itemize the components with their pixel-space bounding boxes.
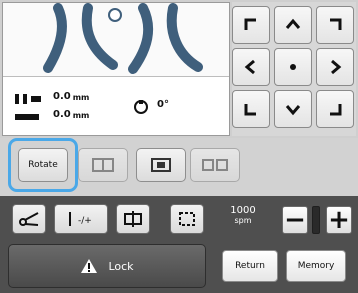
width-value: 0.0 (53, 109, 71, 120)
thread-tension-icon: -/+ (69, 212, 92, 226)
height-readout: 0.0 mm (53, 91, 123, 105)
width-unit: mm (72, 111, 90, 120)
design-preview-area (3, 3, 229, 77)
embroidery-preview-panel: 0.0 mm 0.0 mm 0° (2, 2, 230, 136)
move-center-button[interactable] (274, 48, 312, 86)
corner-bottom-right-icon (330, 104, 342, 116)
lock-label: Lock (108, 259, 134, 273)
memory-button[interactable]: Memory (286, 250, 346, 282)
speed-minus-button[interactable]: − (282, 206, 308, 234)
arrow-up-icon (285, 18, 301, 29)
arrow-pad (232, 2, 356, 136)
frame-move-icon (124, 211, 142, 227)
warning-triangle-icon (81, 259, 98, 273)
angle-value: 0° (157, 99, 169, 110)
thread-tension-button[interactable]: -/+ (54, 204, 108, 234)
height-value: 0.0 (53, 91, 71, 102)
move-bottom-left-button[interactable] (232, 90, 270, 128)
move-right-button[interactable] (316, 48, 354, 86)
return-button[interactable]: Return (222, 250, 278, 282)
mirror-button[interactable] (78, 148, 128, 182)
height-unit: mm (72, 93, 90, 102)
corner-bottom-left-icon (244, 104, 256, 116)
rotate-button-highlight (8, 138, 78, 192)
svg-text:-/+: -/+ (78, 216, 92, 226)
trial-icon (179, 212, 195, 226)
resize-button[interactable] (136, 148, 186, 182)
density-icon (202, 159, 228, 171)
speed-value: 1000 (230, 205, 256, 216)
speed-plus-button[interactable]: + (326, 206, 352, 234)
move-left-button[interactable] (232, 48, 270, 86)
lock-button[interactable]: Lock (8, 244, 206, 288)
move-top-left-button[interactable] (232, 6, 270, 44)
width-readout: 0.0 mm (53, 109, 123, 123)
arrow-right-icon (331, 59, 342, 75)
move-bottom-right-button[interactable] (316, 90, 354, 128)
mirror-icon (92, 158, 114, 172)
density-button[interactable] (190, 148, 240, 182)
corner-top-right-icon (330, 18, 342, 30)
move-down-button[interactable] (274, 90, 312, 128)
arrow-down-icon (285, 105, 301, 116)
center-dot-icon (290, 64, 296, 70)
speed-display: 1000 spm (222, 206, 264, 232)
scissors-icon (19, 212, 39, 226)
move-up-button[interactable] (274, 6, 312, 44)
trial-button[interactable] (170, 204, 204, 234)
thread-cut-button[interactable] (12, 204, 46, 234)
frame-move-button[interactable] (116, 204, 150, 234)
speed-bar (312, 206, 320, 234)
design-preview-glyph (43, 3, 203, 74)
height-icon (13, 91, 43, 105)
move-top-right-button[interactable] (316, 6, 354, 44)
arrow-left-icon (244, 59, 255, 75)
resize-icon (151, 158, 171, 172)
speed-unit: spm (234, 216, 252, 225)
width-icon (13, 109, 43, 123)
angle-icon (133, 99, 149, 115)
corner-top-left-icon (244, 18, 256, 30)
design-info-area: 0.0 mm 0.0 mm 0° (3, 77, 229, 135)
